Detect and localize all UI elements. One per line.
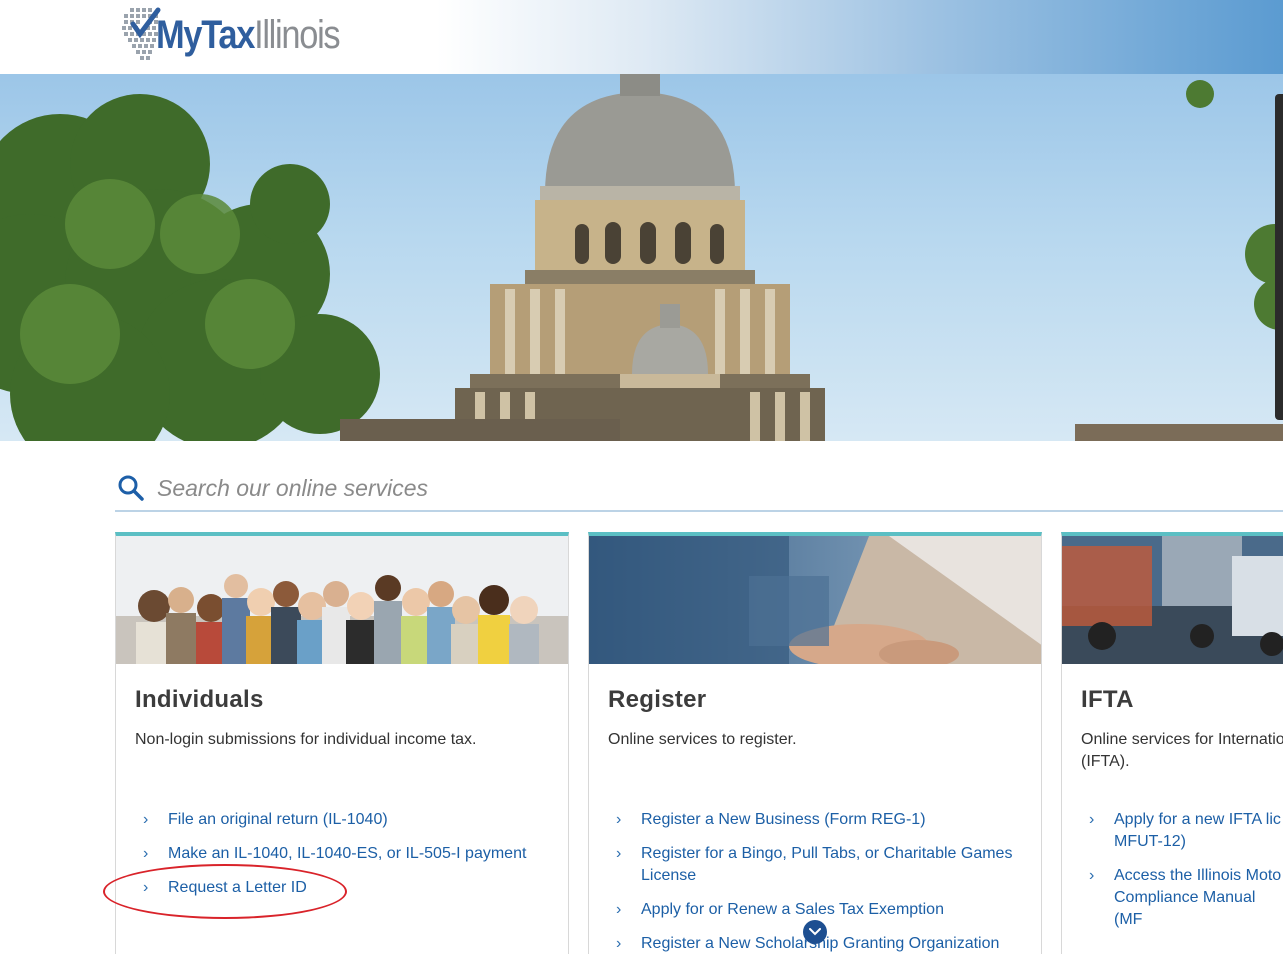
card-link-list: › File an original return (IL-1040) › Make… bbox=[140, 809, 560, 911]
link-compliance-manual[interactable]: Access the Illinois Moto Compliance Manu… bbox=[1114, 865, 1283, 931]
chevron-right-icon: › bbox=[616, 845, 622, 862]
list-item[interactable]: › Apply for or Renew a Sales Tax Exemptio… bbox=[613, 899, 1033, 921]
chevron-right-icon: › bbox=[143, 811, 149, 828]
card-description: Online services to register. bbox=[608, 731, 797, 748]
person-typing-laptop-photo bbox=[589, 536, 1041, 664]
card-description: Online services for Internatio (IFTA). bbox=[1081, 731, 1283, 770]
link-register-bingo[interactable]: Register for a Bingo, Pull Tabs, or Char… bbox=[641, 843, 1033, 887]
link-sales-tax-exemption[interactable]: Apply for or Renew a Sales Tax Exemption bbox=[641, 899, 944, 921]
chevron-right-icon: › bbox=[616, 901, 622, 918]
card-individuals: Individuals Non-login submissions for in… bbox=[115, 532, 569, 954]
page: MyTaxIllinois Search our online services… bbox=[0, 0, 1283, 954]
link-apply-ifta-license[interactable]: Apply for a new IFTA lic MFUT-12) bbox=[1114, 809, 1283, 853]
list-item[interactable]: › Request a Letter ID bbox=[140, 877, 560, 899]
group-of-people-photo bbox=[116, 536, 568, 664]
link-file-original-return[interactable]: File an original return (IL-1040) bbox=[168, 809, 388, 831]
card-ifta: IFTA Online services for Internatio (IFT… bbox=[1061, 532, 1283, 954]
card-title: Register bbox=[608, 686, 707, 713]
logo-text-illinois: Illinois bbox=[254, 13, 341, 57]
list-item[interactable]: › Register a New Business (Form REG-1) bbox=[613, 809, 1033, 831]
list-item[interactable]: › File an original return (IL-1040) bbox=[140, 809, 560, 831]
chevron-right-icon: › bbox=[143, 879, 149, 896]
card-title: Individuals bbox=[135, 686, 264, 713]
logo-text-mytax: MyTax bbox=[156, 13, 255, 57]
trucks-highway-photo bbox=[1062, 536, 1283, 664]
search-input[interactable] bbox=[157, 474, 1057, 502]
link-request-letter-id[interactable]: Request a Letter ID bbox=[168, 877, 307, 899]
capitol-dome-illustration bbox=[0, 74, 1283, 441]
card-link-list: › Apply for a new IFTA lic MFUT-12) › Acce… bbox=[1086, 809, 1283, 943]
link-register-new-business[interactable]: Register a New Business (Form REG-1) bbox=[641, 809, 926, 831]
chevron-right-icon: › bbox=[1089, 811, 1095, 828]
list-item[interactable]: › Access the Illinois Moto Compliance Man… bbox=[1086, 865, 1283, 931]
chevron-right-icon: › bbox=[616, 935, 622, 952]
search-bar bbox=[115, 466, 1283, 512]
list-item[interactable]: › Apply for a new IFTA lic MFUT-12) bbox=[1086, 809, 1283, 853]
card-register: Register Online services to register. › R… bbox=[588, 532, 1042, 954]
card-description: Non-login submissions for individual inc… bbox=[135, 731, 477, 748]
list-item[interactable]: › Register for a Bingo, Pull Tabs, or Cha… bbox=[613, 843, 1033, 887]
chevron-right-icon: › bbox=[143, 845, 149, 862]
link-make-payment[interactable]: Make an IL-1040, IL-1040-ES, or IL-505-I… bbox=[168, 843, 526, 865]
chevron-down-icon bbox=[809, 928, 821, 936]
list-item[interactable]: › Make an IL-1040, IL-1040-ES, or IL-505-… bbox=[140, 843, 560, 865]
scroll-down-button[interactable] bbox=[803, 920, 827, 944]
site-header: MyTaxIllinois bbox=[0, 0, 1283, 74]
hero-banner-capitol-image bbox=[0, 74, 1283, 441]
chevron-right-icon: › bbox=[1089, 867, 1095, 884]
hero-scrollbar[interactable] bbox=[1275, 94, 1283, 420]
mytax-illinois-logo[interactable]: MyTaxIllinois bbox=[120, 4, 369, 66]
search-icon[interactable] bbox=[117, 474, 145, 502]
chevron-right-icon: › bbox=[616, 811, 622, 828]
card-title: IFTA bbox=[1081, 686, 1134, 713]
